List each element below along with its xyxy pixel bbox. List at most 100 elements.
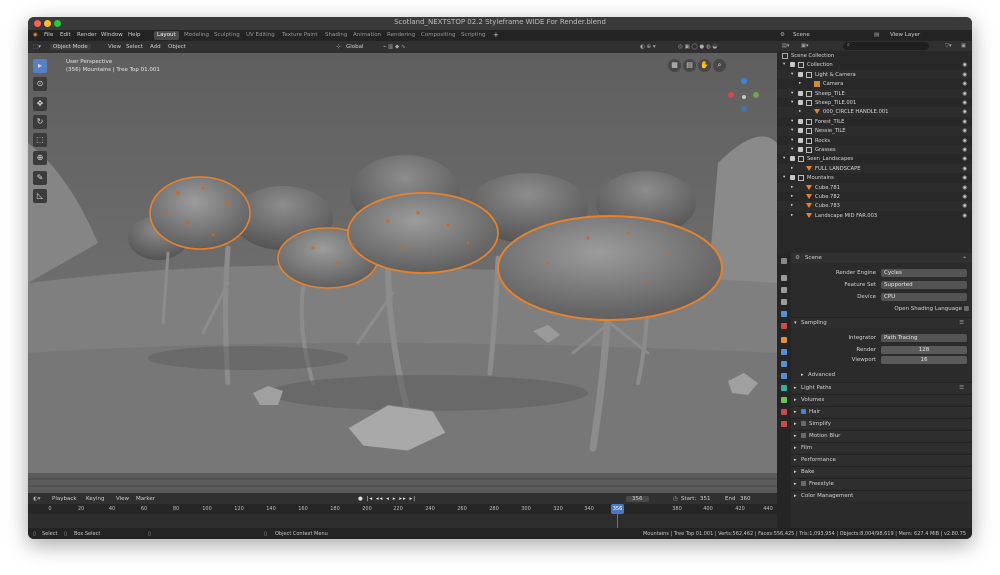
tab-texture-paint[interactable]: Texture Paint (279, 31, 321, 40)
outliner-row[interactable]: ▾ Collection ◉ (777, 60, 972, 69)
texture-tab-icon[interactable] (781, 421, 787, 427)
world-tab-icon[interactable] (781, 323, 787, 329)
outliner-row[interactable]: ▾ Seen_Landscapes ◉ (777, 154, 972, 163)
tab-sculpting[interactable]: Sculpting (211, 31, 243, 40)
simplify-checkbox[interactable] (801, 421, 806, 426)
outliner-row[interactable]: ▸ Landscape MID FAR.003 ◉ (777, 211, 972, 220)
visibility-eye-icon[interactable]: ◉ (962, 138, 967, 144)
visibility-eye-icon[interactable]: ◉ (962, 156, 967, 162)
end-frame-field[interactable]: 360 (740, 496, 751, 502)
annotate-tool-icon[interactable]: ✎ (33, 171, 47, 185)
blender-logo-icon[interactable]: ◉ (33, 32, 38, 38)
view-layer-tab-icon[interactable] (781, 299, 787, 305)
visibility-eye-icon[interactable]: ◉ (962, 185, 967, 191)
snap-icon[interactable]: ⌁ ▥ ◆ ∿ (383, 44, 406, 50)
include-checkbox[interactable] (790, 156, 795, 162)
menu-timeline-view[interactable]: View (116, 496, 129, 502)
start-frame-field[interactable]: 351 (700, 496, 711, 502)
menu-add[interactable]: Add (150, 44, 161, 50)
outliner-search-input[interactable] (843, 42, 929, 50)
grid-view-icon[interactable]: ▤ (683, 59, 696, 72)
include-checkbox[interactable] (798, 128, 803, 134)
outliner-row[interactable]: ▸ Camera ◉ (777, 79, 972, 88)
camera-view-icon[interactable]: ▦ (668, 59, 681, 72)
editor-type-icon[interactable]: ⬚▾ (33, 44, 41, 50)
outliner-row[interactable]: ▾ Sheep_TILE ◉ (777, 88, 972, 98)
outliner-row[interactable]: ▸ FULL LANDSCAPE ◉ (777, 163, 972, 174)
include-checkbox[interactable] (798, 118, 803, 124)
pin-icon[interactable]: ⌖ (963, 255, 966, 262)
panel-sampling[interactable]: ▾ Sampling ☰ (791, 317, 972, 328)
frame-ruler[interactable]: 0 20 40 60 80 100 120 140 160 180 200 22… (28, 504, 777, 514)
menu-playback[interactable]: Playback (52, 496, 77, 502)
visibility-eye-icon[interactable]: ◉ (962, 100, 967, 106)
view-gizmo-icon[interactable]: ◐ ⊕ ▾ (640, 44, 656, 50)
panel-color-management[interactable]: ▸ Color Management (791, 490, 972, 501)
include-checkbox[interactable] (798, 147, 803, 152)
expand-arrow-icon[interactable]: ▾ (791, 128, 793, 133)
outliner-row[interactable]: ▾ Grasses ◉ (777, 145, 972, 155)
selected-tree-canopy[interactable] (347, 192, 499, 274)
visibility-eye-icon[interactable]: ◉ (962, 128, 967, 134)
expand-arrow-icon[interactable]: ▾ (791, 91, 793, 96)
visibility-eye-icon[interactable]: ◉ (962, 81, 967, 87)
object-tab-icon[interactable] (781, 337, 787, 343)
expand-arrow-icon[interactable]: ▾ (791, 100, 793, 105)
menu-window[interactable]: Window (101, 32, 123, 38)
menu-edit[interactable]: Edit (60, 32, 71, 38)
select-tool-icon[interactable]: ▸ (33, 59, 47, 73)
current-frame-field[interactable]: 356 (626, 496, 649, 502)
outliner-row[interactable]: ▾ Rocks ◉ (777, 136, 972, 145)
orientation-dropdown[interactable]: Global (346, 44, 364, 50)
menu-marker[interactable]: Marker (136, 496, 155, 502)
outliner-row[interactable]: ▾ Light & Camera ◉ (777, 69, 972, 80)
outliner-row[interactable]: ▾ Mountains ◉ (777, 173, 972, 182)
tab-modeling[interactable]: Modeling (181, 31, 212, 40)
expand-arrow-icon[interactable]: ▾ (783, 156, 785, 161)
expand-arrow-icon[interactable]: ▸ (791, 166, 793, 171)
include-checkbox[interactable] (798, 100, 803, 105)
expand-arrow-icon[interactable]: ▸ (799, 81, 801, 86)
outliner-row[interactable]: ▸ Cube.783 ◉ (777, 201, 972, 211)
visibility-eye-icon[interactable]: ◉ (962, 109, 967, 115)
outliner-row[interactable]: ▾ Nessie_TILE ◉ (777, 126, 972, 136)
tool-tab-icon[interactable] (781, 258, 787, 264)
modifier-tab-icon[interactable] (781, 349, 787, 355)
panel-hair[interactable]: ▸ Hair (791, 406, 972, 417)
expand-arrow-icon[interactable]: ▾ (791, 138, 793, 143)
tab-scripting[interactable]: Scripting (458, 31, 488, 40)
osl-checkbox[interactable] (964, 306, 969, 311)
scene-name[interactable]: Scene (793, 32, 810, 38)
scale-tool-icon[interactable]: ⬚ (33, 133, 47, 147)
outliner-row[interactable]: ▸ 000_CIRCLE HANDLE.001 ◉ (777, 107, 972, 117)
motion-blur-checkbox[interactable] (801, 433, 806, 438)
viewport-samples-field[interactable]: 16 (881, 356, 967, 364)
view-layer-name[interactable]: View Layer (890, 32, 920, 38)
visibility-eye-icon[interactable]: ◉ (962, 62, 967, 68)
include-checkbox[interactable] (790, 62, 795, 68)
panel-freestyle[interactable]: ▸ Freestyle (791, 478, 972, 489)
particles-tab-icon[interactable] (781, 361, 787, 367)
tab-layout[interactable]: Layout (154, 31, 179, 40)
visibility-eye-icon[interactable]: ◉ (962, 72, 967, 78)
physics-tab-icon[interactable] (781, 373, 787, 379)
outliner-row[interactable]: ▾ Sheep_TILE.001 ◉ (777, 98, 972, 107)
data-tab-icon[interactable] (781, 397, 787, 403)
render-engine-dropdown[interactable]: Cycles (881, 269, 967, 277)
visibility-eye-icon[interactable]: ◉ (962, 147, 967, 153)
new-collection-icon[interactable]: ▣ (961, 43, 966, 49)
measure-tool-icon[interactable]: ◺ (33, 189, 47, 203)
rotate-tool-icon[interactable]: ↻ (33, 115, 47, 129)
3d-viewport[interactable]: User Perspective (356) Mountains | Tree … (28, 53, 777, 493)
constraints-tab-icon[interactable] (781, 385, 787, 391)
pan-hand-icon[interactable]: ✋ (698, 59, 711, 72)
expand-arrow-icon[interactable]: ▾ (791, 119, 793, 124)
integrator-dropdown[interactable]: Path Tracing (881, 334, 967, 342)
visibility-eye-icon[interactable]: ◉ (962, 166, 967, 172)
panel-light-paths[interactable]: ▸ Light Paths ☰ (791, 382, 972, 393)
expand-arrow-icon[interactable]: ▾ (783, 175, 785, 180)
tab-uv-editing[interactable]: UV Editing (243, 31, 278, 40)
selected-tree-canopy[interactable] (149, 176, 251, 250)
render-samples-field[interactable]: 128 (881, 346, 967, 354)
panel-bake[interactable]: ▸ Bake (791, 466, 972, 477)
